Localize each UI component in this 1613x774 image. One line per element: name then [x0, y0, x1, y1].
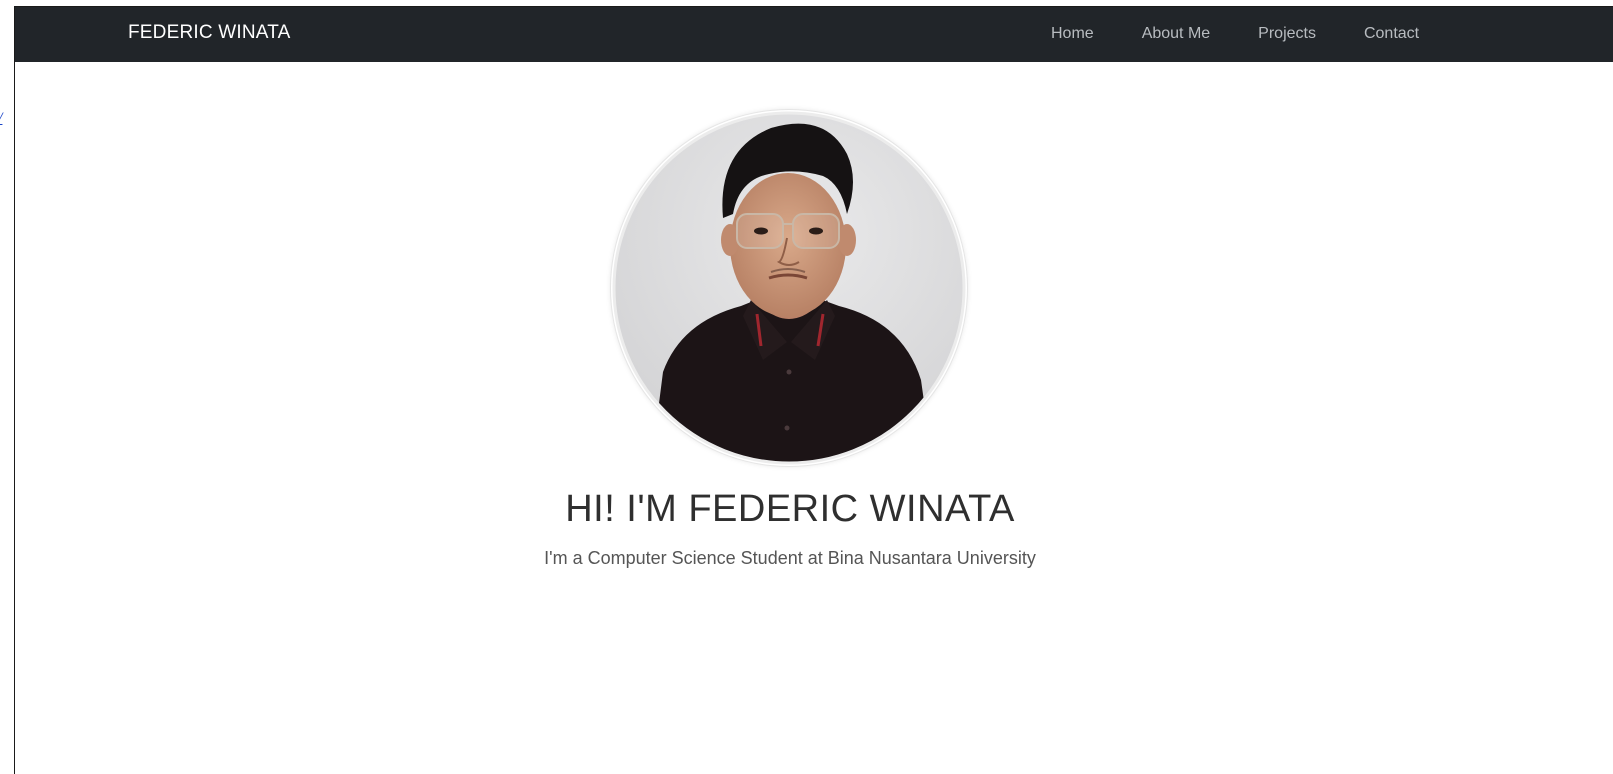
stray-link-fragment[interactable]: / [0, 110, 2, 128]
nav-link-contact[interactable]: Contact [1364, 25, 1419, 43]
hero-subline: I'm a Computer Science Student at Bina N… [544, 548, 1036, 568]
nav-link-home[interactable]: Home [1051, 25, 1094, 43]
nav-link-about-me[interactable]: About Me [1142, 25, 1210, 43]
nav-link-projects[interactable]: Projects [1258, 25, 1316, 43]
top-navbar: FEDERIC WINATA Home About Me Projects Co… [15, 7, 1613, 62]
profile-avatar [611, 110, 967, 466]
hero-headline: HI! I'M FEDERIC WINATA [565, 488, 1015, 530]
brand-link[interactable]: FEDERIC WINATA [128, 22, 291, 44]
window-border-left [14, 6, 15, 774]
nav-links: Home About Me Projects Contact [1051, 25, 1419, 43]
page: / FEDERIC WINATA Home About Me Projects … [0, 0, 1613, 774]
profile-photo-icon [612, 111, 966, 465]
